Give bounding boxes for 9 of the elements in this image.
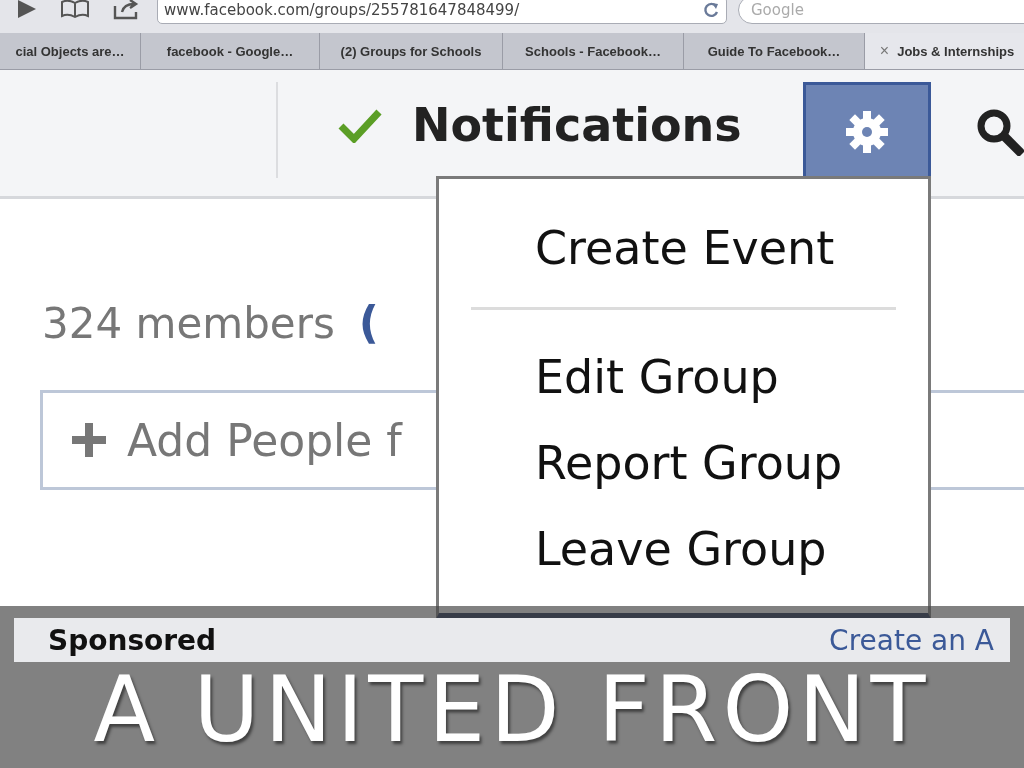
tab-title: (2) Groups for Schools — [340, 43, 482, 59]
tab-title: Jobs & Internships — [897, 43, 1015, 59]
tab-title: Guide To Facebook… — [707, 43, 841, 59]
tab-title: facebook - Google… — [166, 43, 294, 59]
tab-title: cial Objects are… — [15, 43, 125, 59]
slide-title: A UNITED FRONT — [93, 660, 931, 760]
member-count: 324 members — [42, 299, 335, 348]
sponsored-heading: Sponsored — [48, 623, 217, 657]
tab-title: Schools - Facebook… — [525, 43, 661, 59]
